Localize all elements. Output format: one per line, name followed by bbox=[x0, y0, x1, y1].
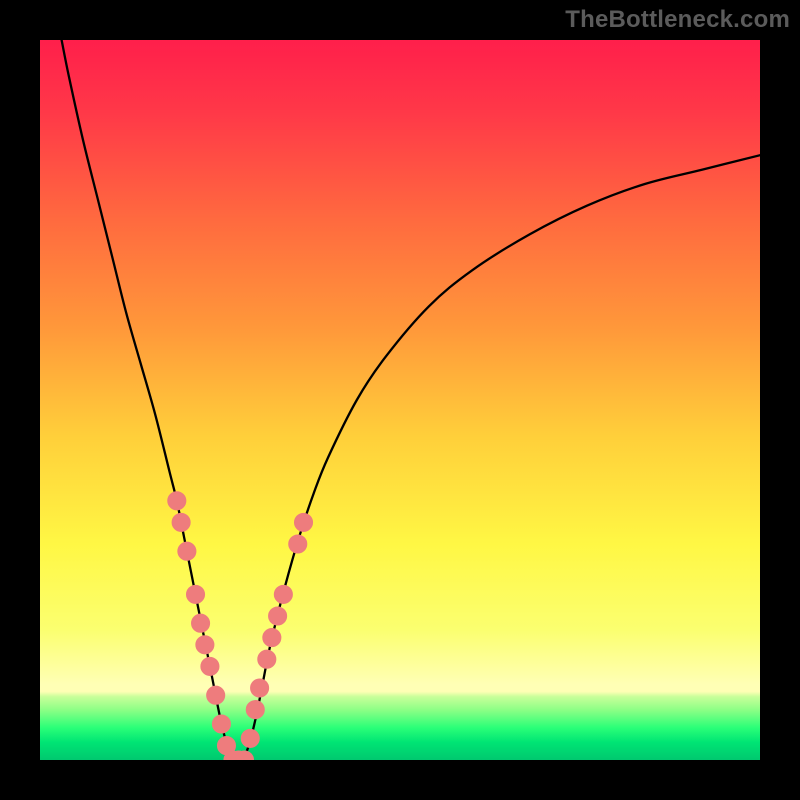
marker-dot bbox=[258, 650, 276, 668]
marker-dot bbox=[274, 585, 292, 603]
marker-dot bbox=[246, 701, 264, 719]
chart-frame: TheBottleneck.com bbox=[0, 0, 800, 800]
marker-dot bbox=[187, 585, 205, 603]
marker-dot bbox=[168, 492, 186, 510]
plot-area bbox=[40, 40, 760, 760]
marker-dot bbox=[192, 614, 210, 632]
marker-dot bbox=[212, 715, 230, 733]
marker-dot bbox=[251, 679, 269, 697]
marker-dot bbox=[241, 729, 259, 747]
marker-dot bbox=[269, 607, 287, 625]
bottleneck-curve bbox=[40, 40, 760, 760]
marker-dot bbox=[207, 686, 225, 704]
marker-dot bbox=[172, 513, 190, 531]
marker-dot bbox=[196, 636, 214, 654]
marker-dot bbox=[289, 535, 307, 553]
marker-dot bbox=[178, 542, 196, 560]
marker-dot bbox=[201, 657, 219, 675]
marker-dot bbox=[263, 629, 281, 647]
watermark-text: TheBottleneck.com bbox=[565, 6, 790, 34]
curve-markers bbox=[168, 492, 313, 760]
curve-path bbox=[62, 40, 760, 760]
marker-dot bbox=[295, 513, 313, 531]
